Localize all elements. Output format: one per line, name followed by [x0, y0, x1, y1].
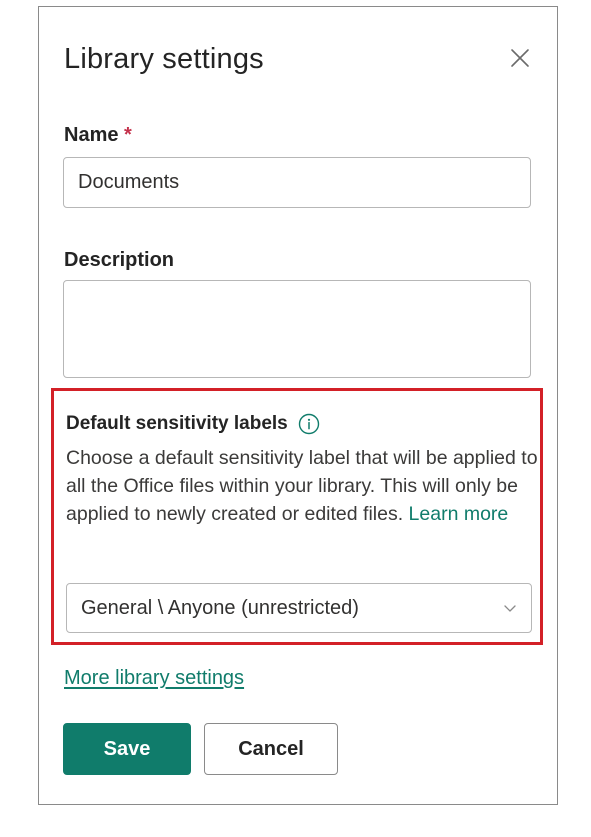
- sensitivity-label: Default sensitivity labels: [66, 413, 288, 434]
- dropdown-selected-value: General \ Anyone (unrestricted): [81, 596, 359, 619]
- cancel-button[interactable]: Cancel: [204, 723, 338, 775]
- info-icon[interactable]: [298, 413, 320, 435]
- save-button[interactable]: Save: [63, 723, 191, 775]
- chevron-down-icon: [504, 605, 516, 612]
- sensitivity-label-dropdown[interactable]: General \ Anyone (unrestricted): [66, 583, 532, 633]
- sensitivity-heading: Default sensitivity labels: [66, 413, 320, 435]
- description-input[interactable]: [63, 280, 531, 378]
- name-label: Name *: [64, 124, 132, 147]
- name-input[interactable]: [63, 157, 531, 208]
- learn-more-link[interactable]: Learn more: [409, 503, 509, 525]
- panel-title: Library settings: [64, 43, 264, 75]
- sensitivity-section: Default sensitivity labels Choose a defa…: [51, 388, 543, 645]
- sensitivity-description: Choose a default sensitivity label that …: [66, 444, 538, 528]
- required-marker: *: [124, 124, 132, 146]
- name-label-text: Name: [64, 124, 119, 146]
- library-settings-panel: Library settings Name * Description Defa…: [38, 6, 558, 805]
- more-library-settings-link[interactable]: More library settings: [64, 667, 244, 690]
- description-label: Description: [64, 249, 175, 271]
- close-icon: [511, 49, 529, 67]
- close-button[interactable]: [509, 47, 531, 69]
